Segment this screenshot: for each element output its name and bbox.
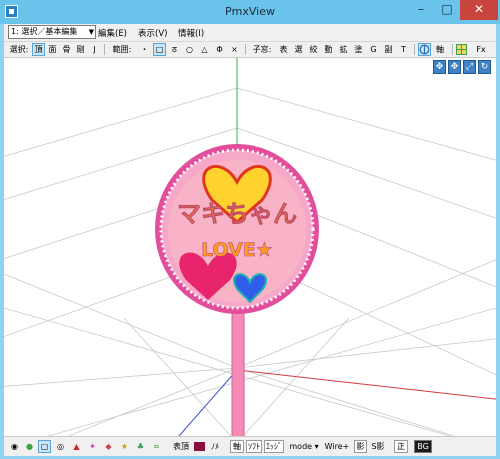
color-swatch[interactable] [194, 442, 205, 451]
maximize-button[interactable]: □ [434, 0, 460, 20]
range-rect-button[interactable]: □ [153, 43, 166, 56]
wire-button[interactable]: Wire+ [324, 440, 350, 453]
rotate-icon[interactable]: ↻ [478, 60, 491, 74]
range-clear-button[interactable]: × [228, 43, 241, 56]
subwindow-group-button[interactable]: G [367, 43, 380, 56]
minimize-button[interactable]: – [408, 0, 434, 20]
app-window: PmxView – □ ✕ 1: 選択／基本編集 ▼ 編集(E) 表示(V) 情… [0, 0, 500, 459]
range-triangle-button[interactable]: △ [198, 43, 211, 56]
range-point-button[interactable]: ・ [138, 43, 151, 56]
grid-button[interactable] [456, 43, 469, 56]
grid-icon [456, 44, 467, 55]
axis-icon [419, 44, 430, 55]
close-button[interactable]: ✕ [460, 0, 498, 20]
menu-info[interactable]: 情報(I) [178, 27, 204, 39]
range-lasso-button[interactable]: ठ [168, 43, 181, 56]
toolbar-divider [245, 44, 246, 55]
range-label: 範囲: [112, 45, 132, 54]
select-face-button[interactable]: 面 [46, 43, 59, 56]
menu-view[interactable]: 表示(V) [138, 27, 167, 39]
status-bar: ◉ ● ▢ ◎ ▲ ✦ ◆ ★ ♣ ≈ 表頂 ﾉﾒ 軸 ｿﾌﾄ ｴｯｼﾞ mod… [4, 436, 496, 456]
ortho-button[interactable]: 正 [394, 440, 408, 453]
soft-button[interactable]: ｿﾌﾄ [246, 440, 262, 453]
axis-display-button[interactable]: 軸 [230, 440, 244, 453]
normal-button[interactable]: ﾉﾒ [208, 440, 222, 453]
uchiwa-text-love: LOVE★ [201, 239, 273, 261]
menu-bar: 1: 選択／基本編集 ▼ 編集(E) 表示(V) 情報(I) [4, 24, 496, 42]
target-icon[interactable]: ◎ [54, 440, 67, 453]
shadow-button[interactable]: 影 [354, 440, 367, 453]
fx-button[interactable]: Fx [473, 43, 489, 56]
morph-icon[interactable]: ✦ [86, 440, 99, 453]
toolbar-divider [414, 44, 415, 55]
subwindow-table-button[interactable]: 表 [277, 43, 290, 56]
view-dot-icon[interactable]: ◉ [8, 440, 21, 453]
uchiwa-model: マキちゃん LOVE★ [155, 144, 319, 436]
move-xz-icon[interactable]: ✥ [448, 60, 461, 74]
mode-dropdown[interactable]: mode ▾ [288, 440, 320, 453]
light-icon[interactable]: ● [23, 440, 36, 453]
range-circle-button[interactable]: ○ [183, 43, 196, 56]
edge-button[interactable]: ｴｯｼﾞ [264, 440, 284, 453]
view-nav-buttons: ✥ ✥ ⤢ ↻ [433, 59, 495, 75]
pin-icon[interactable]: ◆ [102, 440, 115, 453]
self-shadow-button[interactable]: S影 [370, 440, 386, 453]
toolbar-divider [452, 44, 453, 55]
select-joint-button[interactable]: J [88, 43, 101, 56]
axis-toggle-button[interactable] [418, 43, 431, 56]
subwindow-filter-button[interactable]: 絞 [307, 43, 320, 56]
menu-edit[interactable]: 編集(E) [98, 27, 127, 39]
select-vertex-button[interactable]: 頂 [32, 43, 45, 56]
3d-viewport[interactable]: ✥ ✥ ⤢ ↻ マキちゃん LOVE★ [4, 58, 496, 436]
subwindow-select-button[interactable]: 選 [292, 43, 305, 56]
zoom-icon[interactable]: ⤢ [463, 60, 476, 74]
chevron-down-icon: ▼ [88, 28, 94, 36]
title-bar[interactable]: PmxView – □ ✕ [0, 0, 500, 24]
triangle-icon[interactable]: ▲ [70, 440, 83, 453]
vertex-display-button[interactable]: 表頂 [170, 440, 192, 453]
uchiwa-text-name: マキちゃん [177, 200, 297, 228]
toolbar: 選択: 頂 面 骨 剛 J 範囲: ・ □ ठ ○ △ Φ × 子窓: 表 選 … [4, 42, 496, 58]
range-phi-button[interactable]: Φ [213, 43, 226, 56]
wave-icon[interactable]: ≈ [150, 440, 163, 453]
subwindow-label: 子窓: [252, 45, 272, 54]
star-icon[interactable]: ★ [118, 440, 131, 453]
subwindow-move-button[interactable]: 動 [322, 43, 335, 56]
subwindow-paint-button[interactable]: 塗 [352, 43, 365, 56]
select-label: 選択: [9, 45, 29, 54]
subwindow-t-button[interactable]: T [397, 43, 410, 56]
subwindow-sub-button[interactable]: 副 [382, 43, 395, 56]
mode-select-value: 1: 選択／基本編集 [11, 27, 78, 36]
move-xy-icon[interactable]: ✥ [433, 60, 446, 74]
mode-select[interactable]: 1: 選択／基本編集 ▼ [8, 25, 96, 39]
toolbar-divider [104, 44, 105, 55]
select-rigid-button[interactable]: 剛 [74, 43, 87, 56]
background-button[interactable]: BG [414, 440, 432, 453]
axis-label[interactable]: 軸 [432, 43, 448, 56]
select-bone-button[interactable]: 骨 [60, 43, 73, 56]
leaf-icon[interactable]: ♣ [134, 440, 147, 453]
material-toggle-button[interactable]: ▢ [38, 440, 51, 453]
subwindow-scale-button[interactable]: 拡 [337, 43, 350, 56]
